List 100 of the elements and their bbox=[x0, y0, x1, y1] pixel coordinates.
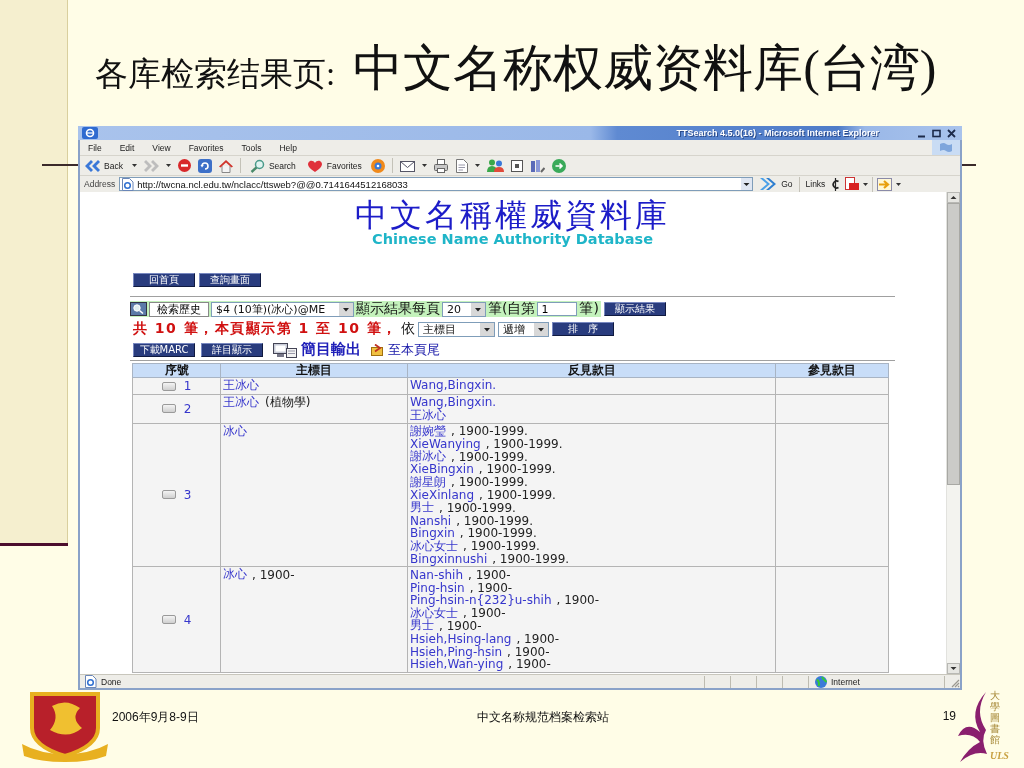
cent-icon[interactable] bbox=[831, 177, 841, 191]
reference-link[interactable]: XieBingxin bbox=[410, 462, 474, 477]
close-icon[interactable] bbox=[947, 128, 956, 138]
caret-icon[interactable] bbox=[165, 164, 171, 167]
reference-link[interactable]: Wang,Bingxin. bbox=[410, 395, 497, 410]
date-range: , 1900-1999. bbox=[456, 513, 533, 528]
search-button[interactable]: Search bbox=[247, 157, 298, 174]
checkbox[interactable] bbox=[161, 381, 176, 391]
end-label: 筆) bbox=[579, 300, 599, 318]
document-icon[interactable] bbox=[844, 177, 860, 191]
books-icon[interactable] bbox=[529, 158, 545, 173]
status-text: Done bbox=[101, 676, 122, 687]
date-range: , 1900- bbox=[468, 567, 511, 582]
row-number-link[interactable]: 4 bbox=[183, 612, 192, 627]
date-range: , 1900-1999. bbox=[451, 475, 528, 490]
app-icon bbox=[82, 127, 98, 139]
document-icon[interactable] bbox=[454, 158, 468, 173]
start-field[interactable]: 1 bbox=[537, 302, 578, 316]
menu-item[interactable]: Favorites bbox=[186, 142, 226, 153]
caret-icon[interactable] bbox=[131, 164, 137, 167]
reference-link[interactable]: Nan-shih bbox=[410, 567, 464, 582]
scrollbar-thumb[interactable] bbox=[947, 203, 960, 485]
sort-order-dropdown[interactable]: 遞增 bbox=[497, 321, 549, 337]
row-number-link[interactable]: 2 bbox=[183, 401, 192, 416]
scroll-down-button[interactable] bbox=[947, 663, 960, 674]
search-icon bbox=[130, 302, 147, 316]
show-results-button[interactable]: 顯示結果 bbox=[603, 302, 666, 316]
caret-icon[interactable] bbox=[741, 178, 753, 190]
reference-link[interactable]: Hsieh,Hsing-lang bbox=[410, 631, 512, 646]
reference-link[interactable]: Bingxin bbox=[410, 526, 455, 541]
maximize-icon[interactable] bbox=[932, 128, 941, 138]
reference-link[interactable]: Ping-hsin-n{232}u-shih bbox=[410, 593, 552, 608]
go-button[interactable]: Go bbox=[757, 175, 795, 193]
reference-link[interactable]: Wang,Bingxin. bbox=[410, 378, 497, 393]
menu-item[interactable]: File bbox=[86, 142, 104, 153]
favorites-button[interactable]: Favorites bbox=[304, 157, 364, 174]
row-number-link[interactable]: 3 bbox=[183, 487, 192, 502]
column-header: 反見款目 bbox=[407, 363, 776, 378]
date-range: , 1900- bbox=[469, 580, 513, 595]
caret-icon[interactable] bbox=[896, 182, 902, 186]
reference-link[interactable]: Hsieh,Wan-ying bbox=[410, 657, 504, 672]
heading-link[interactable]: 王冰心 bbox=[223, 393, 259, 411]
action-button[interactable]: 詳目顯示 bbox=[201, 342, 263, 357]
disc-icon[interactable] bbox=[370, 158, 385, 173]
row-number-link[interactable]: 1 bbox=[183, 379, 192, 393]
arrow-circle-icon[interactable] bbox=[551, 158, 566, 173]
menu-item[interactable]: Tools bbox=[239, 142, 264, 153]
home-icon[interactable] bbox=[218, 158, 233, 173]
sort-button[interactable]: 排 序 bbox=[551, 322, 614, 336]
nav-button[interactable]: 回首頁 bbox=[133, 273, 195, 287]
date-range: , 1900-1999. bbox=[485, 436, 563, 451]
caret-icon[interactable] bbox=[474, 164, 480, 167]
resize-grip-icon[interactable] bbox=[950, 677, 960, 688]
caret-icon[interactable] bbox=[421, 164, 427, 167]
back-button[interactable]: Back bbox=[83, 157, 125, 174]
refresh-icon[interactable] bbox=[197, 158, 212, 173]
heading-link[interactable]: 冰心 bbox=[223, 566, 247, 584]
caret-icon[interactable] bbox=[471, 302, 485, 316]
printer-icon[interactable] bbox=[433, 158, 448, 173]
caret-icon[interactable] bbox=[863, 182, 869, 186]
history-dropdown[interactable]: $4 (10筆)(冰心)@ME bbox=[211, 301, 354, 317]
caret-icon[interactable] bbox=[339, 302, 353, 316]
date-range: , 1900-1999. bbox=[459, 526, 537, 541]
heading-link[interactable]: 冰心 bbox=[223, 422, 247, 440]
date-range: , 1900- bbox=[252, 567, 295, 582]
menu-item[interactable]: Edit bbox=[117, 142, 137, 153]
reference-link[interactable]: Hsieh,Ping-hsin bbox=[410, 644, 503, 659]
logo-mark: ULS bbox=[990, 750, 1009, 761]
footer-date: 2006年9月8-9日 bbox=[112, 709, 199, 726]
go-arrow-icon bbox=[759, 177, 778, 191]
column-header: 參見款目 bbox=[775, 363, 889, 378]
stop-icon[interactable] bbox=[177, 159, 191, 172]
heading-link[interactable]: 王冰心 bbox=[223, 376, 259, 394]
people-icon[interactable] bbox=[486, 159, 504, 172]
history-button[interactable]: 檢索歷史 bbox=[149, 301, 209, 317]
checkbox[interactable] bbox=[161, 404, 176, 414]
reference-link[interactable]: XieXinlang bbox=[410, 488, 474, 502]
caret-icon[interactable] bbox=[533, 322, 548, 336]
links-button[interactable]: Links bbox=[803, 175, 828, 193]
address-field[interactable]: http://twcna.ncl.edu.tw/nclacc/ttsweb?@@0.7141644512168033 bbox=[119, 177, 754, 191]
reference-link[interactable]: Bingxinnushi bbox=[410, 551, 488, 566]
reference-link[interactable]: XieWanying bbox=[410, 436, 481, 451]
nav-button[interactable]: 查詢畫面 bbox=[199, 273, 261, 287]
per-page-label: 顯示結果每頁 bbox=[356, 300, 440, 318]
scroll-up-button[interactable] bbox=[947, 192, 960, 203]
action-button[interactable]: 下載MARC bbox=[133, 342, 195, 357]
sort-field-dropdown[interactable]: 主標目 bbox=[417, 321, 495, 337]
window-icon[interactable] bbox=[510, 159, 523, 172]
page-end-link[interactable]: 至本頁尾 bbox=[388, 340, 440, 359]
export-link[interactable]: 簡目輸出 bbox=[301, 340, 361, 359]
per-page-dropdown[interactable]: 20 bbox=[442, 301, 486, 317]
checkbox[interactable] bbox=[161, 490, 176, 500]
menu-item[interactable]: View bbox=[150, 142, 173, 153]
caret-icon[interactable] bbox=[479, 322, 494, 336]
checkbox[interactable] bbox=[161, 615, 176, 625]
date-range: , 1900-1999. bbox=[492, 551, 570, 566]
reference-link[interactable]: Ping-hsin bbox=[410, 580, 465, 595]
envelope-icon[interactable] bbox=[399, 159, 415, 172]
column-header: 主標目 bbox=[220, 363, 408, 378]
menu-item[interactable]: Help bbox=[277, 142, 299, 153]
